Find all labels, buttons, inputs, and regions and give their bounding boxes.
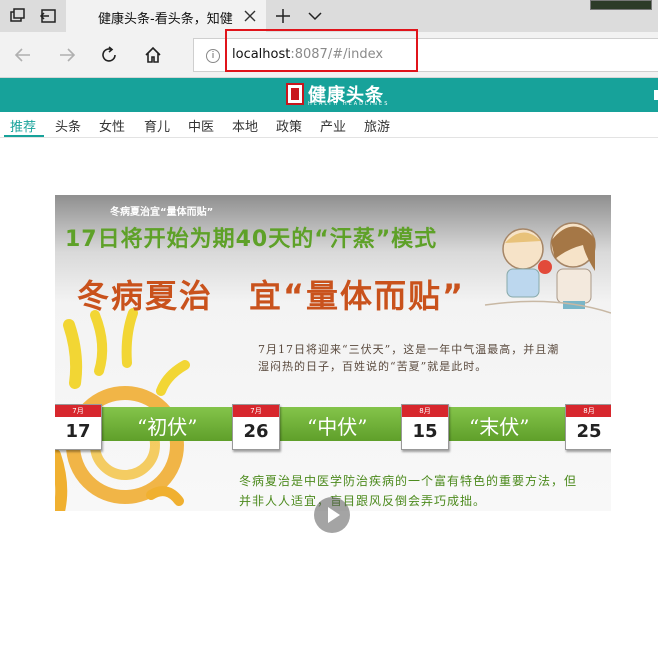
home-icon[interactable]: [142, 44, 164, 66]
calendar-card-1: 7月 17: [55, 404, 102, 450]
refresh-icon[interactable]: [98, 44, 120, 66]
calendar-day: 15: [412, 421, 438, 442]
tab-preview-chevron-icon[interactable]: [306, 7, 324, 25]
calendar-month: 7月: [233, 405, 279, 417]
category-tab-industry[interactable]: 产业: [320, 116, 346, 135]
site-info-icon[interactable]: i: [206, 49, 220, 63]
site-logo[interactable]: 健康头条 HEALTH HEADLINES: [286, 83, 396, 107]
calendar-day: 17: [65, 421, 91, 442]
logo-mark-icon: [286, 83, 304, 105]
carousel-banner[interactable]: 冬病夏治宜“量体而贴” 17日将开始为期40天的“汗蒸”模式 冬病夏治 宜“量体而…: [55, 195, 611, 511]
category-nav: 推荐 头条 女性 育儿 中医 本地 政策 产业 旅游: [0, 112, 658, 138]
category-tab-recommend[interactable]: 推荐: [10, 116, 36, 135]
children-illustration: [484, 222, 611, 314]
category-tab-tcm[interactable]: 中医: [188, 116, 214, 135]
banner-paragraph-2: 冬病夏治是中医学防治疾病的一个富有特色的重要方法，但并非人人适宜，盲目跟风反倒会…: [239, 474, 578, 508]
close-tab-icon[interactable]: [242, 8, 258, 24]
tab-title: 健康头条-看头条，知健: [98, 12, 233, 27]
banner-kicker: 冬病夏治宜“量体而贴”: [110, 207, 214, 218]
calendar-card-4: 8月 25: [565, 404, 611, 450]
banner-title-right: 宜“量体而贴”: [249, 277, 466, 315]
active-category-indicator: [4, 135, 44, 137]
category-tab-local[interactable]: 本地: [232, 116, 258, 135]
header-edge-marker: [654, 90, 658, 100]
play-button[interactable]: [314, 497, 350, 533]
category-tab-policy[interactable]: 政策: [276, 116, 302, 135]
banner-paragraph-1: 7月17日将迎来“三伏天”，这是一年中气温最高，并且潮湿闷热的日子，百姓说的“苦…: [258, 343, 560, 373]
calendar-card-2: 7月 26: [232, 404, 280, 450]
calendar-day: 25: [576, 421, 602, 442]
tab-switcher-icon[interactable]: [8, 6, 28, 26]
logo-subtitle: HEALTH HEADLINES: [308, 101, 390, 107]
new-tab-icon[interactable]: [274, 7, 292, 25]
phase-label-1: “初伏”: [137, 415, 198, 439]
active-tab[interactable]: 健康头条-看头条，知健: [66, 0, 266, 32]
system-indicator: [590, 0, 652, 10]
set-aside-tabs-icon[interactable]: [38, 6, 58, 26]
category-tab-travel[interactable]: 旅游: [364, 116, 390, 135]
calendar-month: 7月: [55, 405, 101, 417]
phase-label-3: “末伏”: [469, 415, 530, 439]
banner-title-left: 冬病夏治: [77, 277, 214, 315]
browser-tab-bar: 健康头条-看头条，知健: [0, 0, 658, 32]
calendar-month: 8月: [402, 405, 448, 417]
banner-headline: 17日将开始为期40天的“汗蒸”模式: [65, 227, 438, 252]
category-tab-headlines[interactable]: 头条: [55, 116, 81, 135]
calendar-card-3: 8月 15: [401, 404, 449, 450]
back-arrow-icon[interactable]: [12, 44, 34, 66]
category-tab-women[interactable]: 女性: [99, 116, 125, 135]
site-header: 健康头条 HEALTH HEADLINES: [0, 78, 658, 112]
play-icon: [328, 507, 340, 523]
calendar-month: 8月: [566, 405, 611, 417]
category-tab-parenting[interactable]: 育儿: [144, 116, 170, 135]
phase-label-2: “中伏”: [307, 415, 368, 439]
url-highlight-box: [225, 29, 418, 72]
forward-arrow-icon[interactable]: [56, 44, 78, 66]
banner-title: 冬病夏治 宜“量体而贴”: [77, 271, 465, 317]
calendar-day: 26: [243, 421, 269, 442]
